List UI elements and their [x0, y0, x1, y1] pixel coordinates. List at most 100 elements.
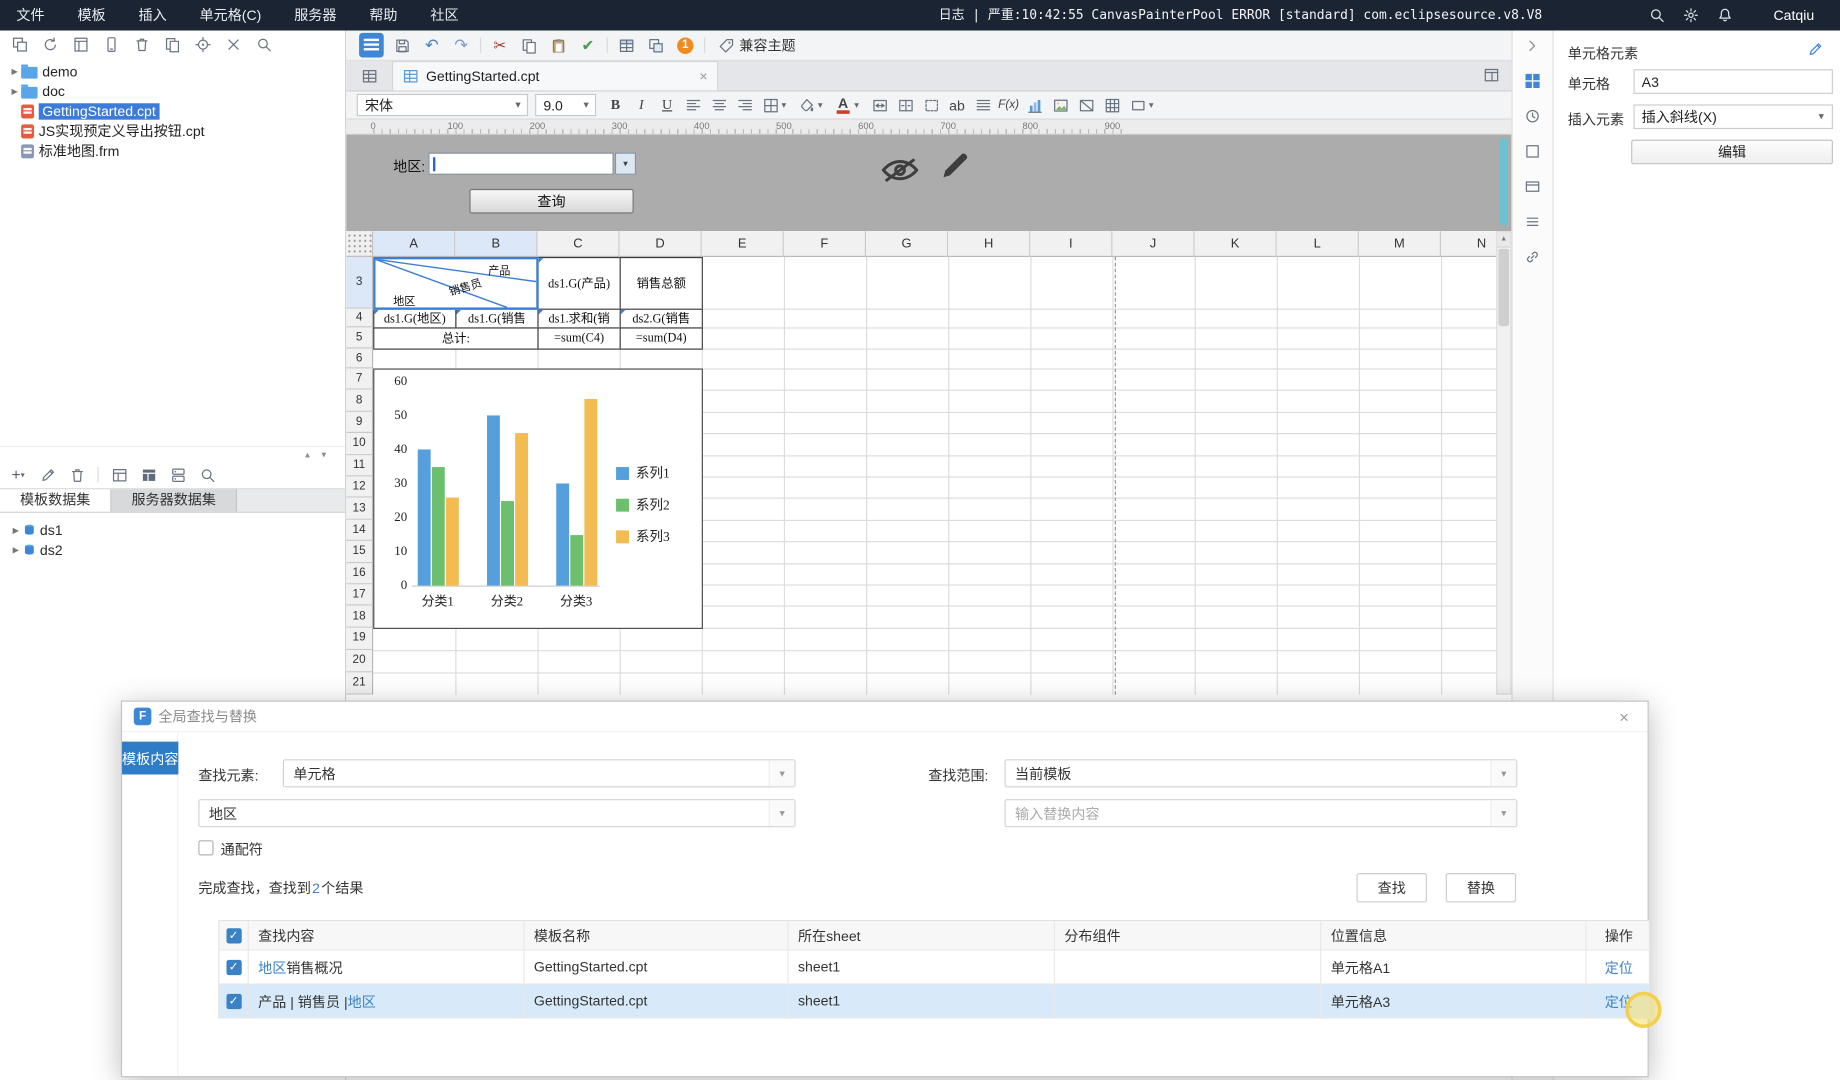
menu-item[interactable]: 社区 — [414, 0, 475, 31]
menu-item[interactable]: 单元格(C) — [183, 0, 278, 31]
username[interactable]: Catqiu — [1773, 7, 1814, 23]
row-header[interactable]: 6 — [346, 348, 374, 369]
row-header[interactable]: 15 — [346, 541, 374, 563]
cell-attributes-icon[interactable] — [1522, 106, 1543, 127]
window-split-icon[interactable] — [1483, 67, 1499, 83]
align-center-button[interactable] — [708, 94, 730, 116]
copy-cell-icon[interactable] — [519, 33, 540, 56]
align-right-button[interactable] — [733, 94, 755, 116]
sql-dataset-icon[interactable] — [140, 466, 158, 484]
delete-icon[interactable] — [133, 36, 151, 54]
table-connection-icon[interactable] — [110, 466, 128, 484]
row-header[interactable]: 9 — [346, 411, 374, 434]
region-param-input[interactable] — [428, 152, 614, 175]
edit-button[interactable]: 编辑 — [1631, 139, 1833, 165]
row-header[interactable]: 18 — [346, 605, 374, 628]
fill-color-button[interactable] — [796, 94, 818, 116]
column-header[interactable]: A — [373, 231, 456, 257]
row-header[interactable]: 3 — [346, 256, 374, 309]
expander-icon[interactable]: ▶ — [8, 86, 21, 95]
border-button[interactable] — [759, 94, 781, 116]
dataset-tab[interactable]: 服务器数据集 — [111, 489, 238, 512]
row-header[interactable]: 19 — [346, 627, 374, 650]
hyperlink-icon[interactable] — [1522, 246, 1543, 267]
region-param-dropdown-button[interactable]: ▾ — [614, 152, 637, 175]
cell-name-input[interactable] — [1633, 69, 1833, 94]
row-checkbox[interactable]: ✓ — [219, 950, 249, 984]
refresh-icon[interactable] — [41, 36, 59, 54]
message-badge-icon[interactable]: 1 — [675, 33, 696, 56]
font-family-combo[interactable]: 宋体 ▾ — [356, 93, 529, 117]
scroll-up-button[interactable]: ▲ — [1497, 232, 1511, 248]
locate-icon[interactable] — [194, 36, 212, 54]
widget-settings-icon[interactable] — [1522, 176, 1543, 197]
report-cell-d4[interactable]: ds2.G(销售 — [619, 308, 703, 329]
matched-keyword-link[interactable]: 地区 — [348, 991, 376, 1011]
font-size-combo[interactable]: 9.0 ▾ — [535, 93, 597, 117]
search-icon[interactable] — [255, 36, 273, 54]
tree-item[interactable]: GettingStarted.cpt — [0, 101, 345, 121]
font-color-button[interactable]: A — [832, 94, 854, 116]
paste-icon[interactable] — [548, 33, 569, 56]
edit-pencil-icon[interactable] — [938, 148, 973, 187]
column-header[interactable]: I — [1030, 231, 1113, 257]
menu-item[interactable]: 服务器 — [278, 0, 353, 31]
sheet-switch-icon[interactable] — [361, 67, 377, 83]
bar-chart-element[interactable]: 0 10 20 30 40 50 60 分类1 分类2 分类3 系列1 系列2 系列3 — [373, 368, 703, 629]
column-header[interactable]: J — [1112, 231, 1195, 257]
template-preview-icon[interactable] — [72, 36, 90, 54]
insert-widget-button[interactable] — [920, 94, 942, 116]
undo-icon[interactable]: ↶ — [421, 33, 442, 56]
row-header[interactable]: 13 — [346, 498, 374, 520]
report-cell-a5[interactable]: 总计: — [373, 327, 539, 350]
column-header[interactable]: E — [701, 231, 784, 257]
underline-button[interactable]: U — [656, 94, 678, 116]
redo-icon[interactable]: ↷ — [451, 33, 472, 56]
column-header[interactable]: M — [1358, 231, 1442, 257]
result-row[interactable]: ✓ 地区 销售概况 GettingStarted.cpt sheet1 单元格A1 定位 — [219, 950, 1649, 985]
row-checkbox[interactable]: ✓ — [219, 984, 249, 1018]
find-button[interactable]: 查找 — [1356, 873, 1427, 903]
bell-icon[interactable] — [1716, 6, 1735, 25]
scrollbar-thumb[interactable] — [1498, 248, 1510, 327]
bold-button[interactable]: B — [604, 94, 626, 116]
row-header[interactable]: 20 — [346, 649, 374, 673]
menu-item[interactable]: 插入 — [122, 0, 183, 31]
tree-item[interactable]: 标准地图.frm — [0, 141, 345, 161]
report-cell-c5[interactable]: =sum(C4) — [537, 327, 621, 350]
delete-dataset-icon[interactable] — [68, 466, 86, 484]
pencil-icon[interactable] — [1807, 41, 1823, 61]
italic-button[interactable]: I — [630, 94, 652, 116]
tab-template-content[interactable]: 模板内容 — [122, 741, 178, 775]
new-window-icon[interactable] — [11, 36, 29, 54]
column-header[interactable]: K — [1194, 231, 1277, 257]
eye-slash-icon[interactable] — [880, 155, 920, 189]
insert-element-select[interactable]: 插入斜线(X) ▾ — [1633, 104, 1833, 130]
column-header[interactable]: F — [783, 231, 867, 257]
row-header[interactable]: 12 — [346, 476, 374, 499]
report-cell-c3[interactable]: ds1.G(产品) — [537, 256, 621, 310]
tab-close-icon[interactable]: × — [699, 68, 707, 84]
find-scope-combo[interactable]: 当前模板 ▾ — [1004, 759, 1518, 788]
find-content-combo[interactable]: 地区 ▾ — [198, 799, 796, 828]
spreadsheet-grid[interactable]: 3 4 5 6 7 8 9 10 11 12 13 14 15 16 17 18 19 20 21 A B C D E F G H I… — [346, 231, 1497, 695]
matched-keyword-link[interactable]: 地区 — [258, 957, 286, 977]
insert-slash-button[interactable] — [1075, 94, 1097, 116]
report-cell-c4[interactable]: ds1.求和(销 — [537, 308, 621, 329]
formula-button[interactable]: F(x) — [997, 94, 1019, 116]
dataset-item[interactable]: ▶ ds2 — [0, 540, 345, 560]
save-icon[interactable] — [392, 33, 413, 56]
format-brush-icon[interactable]: ✔ — [577, 33, 598, 56]
select-all-checkbox[interactable]: ✓ — [219, 921, 249, 950]
report-cell-a3-diagonal[interactable]: 产品 销售员 地区 — [373, 256, 539, 310]
vertical-scrollbar[interactable]: ▲ — [1496, 231, 1512, 695]
row-header[interactable]: 7 — [346, 368, 374, 391]
column-header[interactable]: D — [619, 231, 702, 257]
server-dataset-icon[interactable] — [169, 466, 187, 484]
gear-icon[interactable] — [1682, 6, 1701, 25]
tree-item[interactable]: ▶ doc — [0, 81, 345, 101]
row-header[interactable]: 5 — [346, 327, 374, 349]
report-cell-d5[interactable]: =sum(D4) — [619, 327, 703, 350]
collapse-up-icon[interactable]: ▴ — [305, 449, 310, 460]
tree-item[interactable]: ▶ demo — [0, 61, 345, 81]
